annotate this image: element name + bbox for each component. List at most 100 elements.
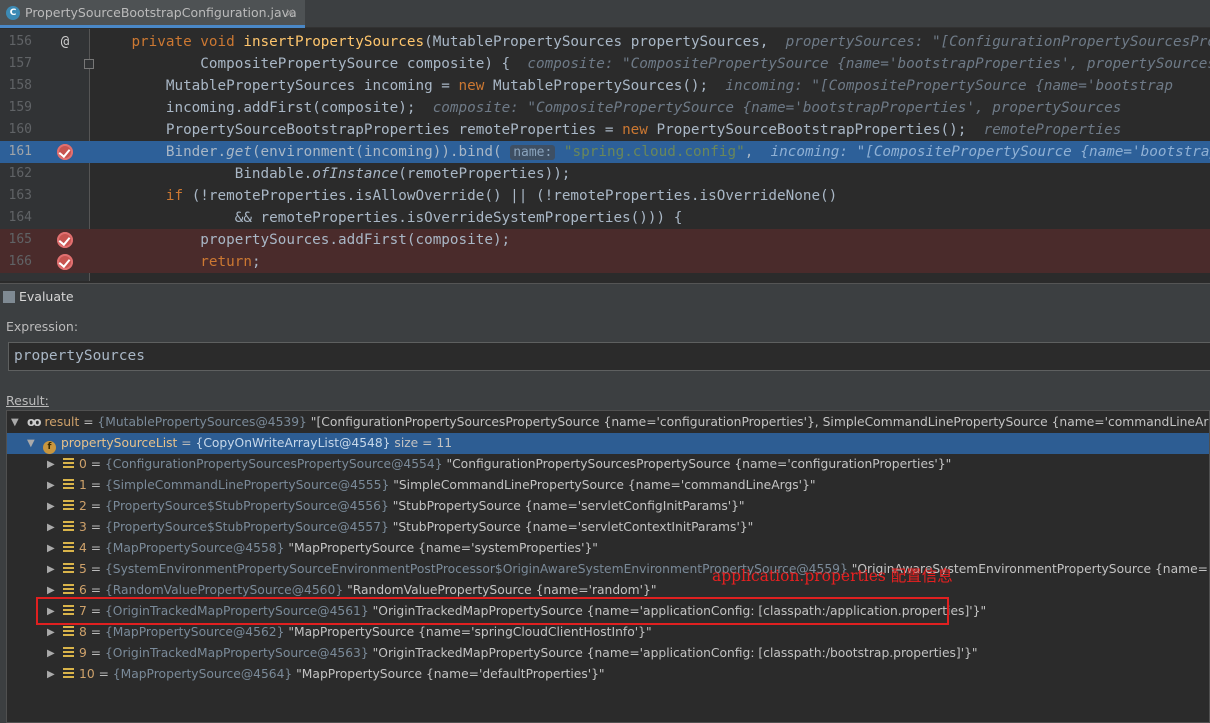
node-value: "MapPropertySource {name='defaultPropert… [296, 667, 605, 681]
node-type: {CopyOnWriteArrayList@4548} [195, 436, 395, 450]
tree-row[interactable]: ▶ 1 = {SimpleCommandLinePropertySource@45… [7, 475, 1209, 496]
evaluate-title-bar: Evaluate [0, 283, 1210, 309]
node-name: 10 [79, 667, 95, 681]
breakpoint-icon[interactable] [57, 144, 73, 160]
node-type: {RandomValuePropertySource@4560} [104, 583, 348, 597]
tree-row[interactable]: ▶ 0 = {ConfigurationPropertySourcesProper… [7, 454, 1209, 475]
array-element-icon [63, 458, 74, 469]
line-number: 165 [8, 232, 32, 247]
collapse-arrow-icon[interactable]: ▶ [47, 664, 57, 685]
java-class-icon: C [6, 5, 20, 20]
breakpoint-icon[interactable] [57, 254, 73, 270]
node-name: 1 [79, 478, 87, 492]
node-name: 8 [79, 625, 87, 639]
node-value: "MapPropertySource {name='springCloudCli… [288, 625, 652, 639]
collapse-arrow-icon[interactable]: ▶ [47, 643, 57, 664]
array-element-icon [63, 542, 74, 553]
editor-tab[interactable]: C PropertySourceBootstrapConfiguration.j… [0, 0, 305, 28]
array-element-icon [63, 584, 74, 595]
annotation-text: application.properties 配置信息 [712, 567, 953, 585]
node-name: 5 [79, 562, 87, 576]
node-value: "ConfigurationPropertySourcesPropertySou… [446, 457, 952, 471]
code-text: && remoteProperties.isOverrideSystemProp… [97, 210, 683, 226]
tree-row[interactable]: ▶ 10 = {MapPropertySource@4564} "MapPrope… [7, 664, 1209, 685]
code-text: return; [200, 254, 261, 270]
field-icon: f [43, 441, 56, 454]
collapse-arrow-icon[interactable]: ▶ [47, 454, 57, 475]
node-type: {MapPropertySource@4564} [112, 667, 297, 681]
code-line[interactable]: 159 incoming.addFirst(composite); compos… [0, 97, 1210, 119]
tree-row[interactable]: ▶ 8 = {MapPropertySource@4562} "MapProper… [7, 622, 1209, 643]
code-line[interactable]: 164 && remoteProperties.isOverrideSystem… [0, 207, 1210, 229]
result-tree[interactable]: ▼ oo result = {MutablePropertySources@4539… [6, 410, 1210, 723]
expand-arrow-icon[interactable]: ▼ [27, 433, 37, 454]
node-name: 6 [79, 583, 87, 597]
collapse-arrow-icon[interactable]: ▶ [47, 559, 57, 580]
watch-result-icon: oo [27, 415, 41, 429]
evaluate-dialog-icon [3, 290, 15, 303]
tree-row[interactable]: ▶ 9 = {OriginTrackedMapPropertySource@456… [7, 643, 1209, 664]
array-element-icon [63, 626, 74, 637]
line-number: 156 [8, 34, 32, 49]
line-number: 166 [8, 254, 32, 269]
node-type: {MutablePropertySources@4539} [97, 415, 311, 429]
code-text: if (!remoteProperties.isAllowOverride() … [165, 188, 838, 204]
collapse-arrow-icon[interactable]: ▶ [47, 496, 57, 517]
array-element-icon [63, 563, 74, 574]
code-line[interactable]: 161 Binder.get(environment(incoming)).bi… [0, 141, 1210, 163]
code-text: incoming.addFirst(composite); composite:… [97, 100, 1122, 116]
code-line[interactable]: 162 Bindable.ofInstance(remoteProperties… [0, 163, 1210, 185]
node-type: {PropertySource$StubPropertySource@4557} [104, 520, 393, 534]
node-name: propertySourceList [61, 436, 178, 450]
node-name: 0 [79, 457, 87, 471]
evaluate-title: Evaluate [19, 289, 74, 304]
node-type: {ConfigurationPropertySourcesPropertySou… [104, 457, 447, 471]
line-number: 161 [8, 144, 32, 159]
collapse-arrow-icon[interactable]: ▶ [47, 538, 57, 559]
array-element-icon [63, 521, 74, 532]
tree-row[interactable]: ▶ 2 = {PropertySource$StubPropertySource@… [7, 496, 1209, 517]
array-element-icon [63, 479, 74, 490]
tree-row[interactable]: ▶ 4 = {MapPropertySource@4558} "MapProper… [7, 538, 1209, 559]
code-editor[interactable]: 156 @ private void insertPropertySources(… [0, 29, 1210, 281]
code-text: propertySources.addFirst(composite); [97, 232, 511, 248]
tree-row[interactable]: ▶ 3 = {PropertySource$StubPropertySource@… [7, 517, 1209, 538]
tree-row[interactable]: ▶ 5 = {SystemEnvironmentPropertySourceEnv… [7, 559, 1209, 580]
line-number: 162 [8, 166, 32, 181]
code-line[interactable]: 158 MutablePropertySources incoming = ne… [0, 75, 1210, 97]
close-icon[interactable]: ✕ [285, 6, 295, 20]
collapse-arrow-icon[interactable]: ▶ [47, 622, 57, 643]
line-number: 158 [8, 78, 32, 93]
code-text: CompositePropertySource composite) { com… [97, 56, 1210, 72]
code-line[interactable]: 156 @ private void insertPropertySources(… [0, 31, 1210, 53]
highlight-box [36, 597, 949, 625]
code-line[interactable]: 165 propertySources.addFirst(composite); [0, 229, 1210, 251]
expand-arrow-icon[interactable]: ▼ [11, 412, 21, 433]
collapse-arrow-icon[interactable]: ▶ [47, 475, 57, 496]
line-number: 164 [8, 210, 32, 225]
code-line[interactable]: 160 PropertySourceBootstrapProperties re… [0, 119, 1210, 141]
node-value: "StubPropertySource {name='servletContex… [392, 520, 754, 534]
node-name: 4 [79, 541, 87, 555]
node-value: size = 11 [394, 436, 453, 450]
node-type: {MapPropertySource@4562} [104, 625, 289, 639]
code-line[interactable]: 166 return; [0, 251, 1210, 273]
fold-icon[interactable] [84, 59, 94, 69]
collapse-arrow-icon[interactable]: ▶ [47, 517, 57, 538]
code-line[interactable]: 163 if (!remoteProperties.isAllowOverrid… [0, 185, 1210, 207]
code-line[interactable]: 157 CompositePropertySource composite) {… [0, 53, 1210, 75]
code-text: Binder.get(environment(incoming)).bind( … [97, 144, 1210, 160]
node-value: "MapPropertySource {name='systemProperti… [288, 541, 598, 555]
expression-label: Expression: [6, 319, 79, 334]
node-type: {SimpleCommandLinePropertySource@4555} [104, 478, 394, 492]
tree-row[interactable]: ▼ oo result = {MutablePropertySources@4539… [7, 412, 1209, 433]
tree-row[interactable]: ▼ f propertySourceList = {CopyOnWriteArray… [7, 433, 1209, 454]
code-text: private void insertPropertySources(Mutab… [131, 34, 1210, 50]
breakpoint-icon[interactable] [57, 232, 73, 248]
node-name: result [44, 415, 80, 429]
node-name: 3 [79, 520, 87, 534]
line-number: 159 [8, 100, 32, 115]
line-number: 163 [8, 188, 32, 203]
node-value: "SimpleCommandLinePropertySource {name='… [393, 478, 816, 492]
expression-input[interactable]: propertySources [8, 342, 1210, 371]
